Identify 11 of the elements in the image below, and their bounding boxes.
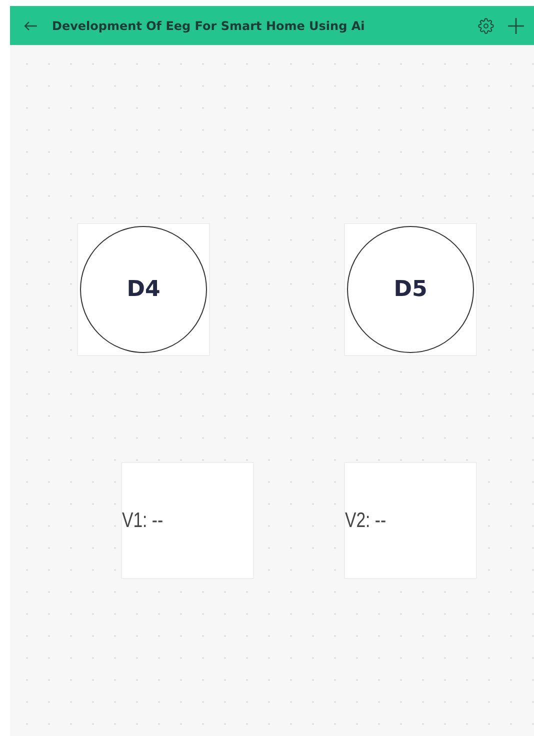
settings-button[interactable] xyxy=(478,18,494,34)
plus-icon xyxy=(508,18,524,34)
project-title: Development Of Eeg For Smart Home Using Ai xyxy=(52,18,366,32)
round-button[interactable]: D5 xyxy=(347,226,474,353)
add-button[interactable] xyxy=(508,18,524,34)
value-display-text: V2: -- xyxy=(345,508,386,532)
back-button[interactable] xyxy=(24,20,38,30)
value-display-text: V1: -- xyxy=(122,508,164,532)
settings-icon xyxy=(478,18,494,34)
round-button[interactable]: D4 xyxy=(80,226,207,353)
back-arrow-icon xyxy=(24,20,38,30)
